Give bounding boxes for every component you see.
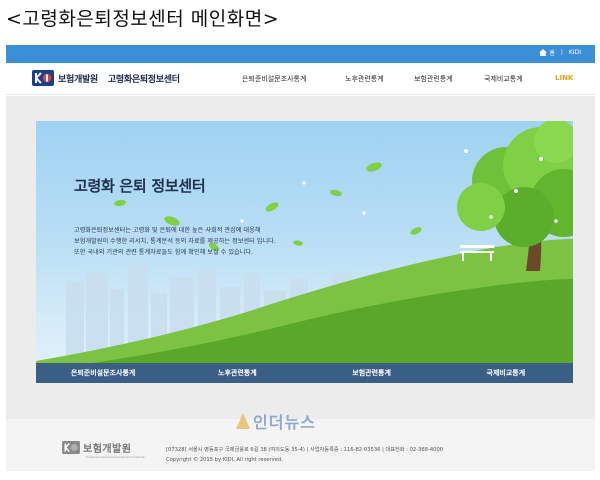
nav-item-link[interactable]: LINK [555, 74, 573, 82]
watermark-logo-icon [236, 413, 250, 429]
footer-logo: 보험개발원 [62, 440, 132, 455]
site-screenshot: 홈 | KIDI 보험개발원 고령화은퇴정보센터 은퇴준비설문조사통계 노후관련… [6, 45, 595, 471]
watermark-text: 인더뉴스 [253, 413, 316, 432]
nav-item-aging-stats[interactable]: 노후관련통계 [345, 74, 384, 84]
main-nav: 은퇴준비설문조사통계 노후관련통계 보험관련통계 국제비교통계 LINK [6, 74, 595, 86]
footer-info: [07328] 서울시 영등포구 국제금융로 6길 38 (여의도동 35-4)… [166, 445, 443, 465]
utility-divider: | [560, 49, 563, 56]
hero-title: 고령화 은퇴 정보센터 [74, 177, 206, 195]
tab-retirement-survey[interactable]: 은퇴준비설문조사통계 [36, 363, 170, 383]
nav-item-insurance-stats[interactable]: 보험관련통계 [414, 74, 453, 84]
nav-item-international-stats[interactable]: 국제비교통계 [484, 74, 523, 84]
hero-description-line: 또한 국내외 기관의 관련 통계자료들도 함께 확인해 보실 수 있습니다. [74, 249, 254, 256]
watermark: 인더뉴스 [236, 409, 316, 433]
footer-copyright: Copyright © 2015 by KIDI. All right rese… [166, 457, 283, 463]
kidi-logo-icon [62, 441, 80, 454]
footer-logo-subtitle: Korea Insurance Development Institute [86, 455, 145, 459]
footer-address: [07328] 서울시 영등포구 국제금융로 6길 38 (여의도동 35-4)… [166, 447, 444, 453]
hero-description: 고령화은퇴정보센터는 고령화 및 은퇴에 대한 높은 사회적 관심에 대응해 보… [74, 225, 394, 258]
utility-bar: 홈 | KIDI [6, 45, 595, 63]
tab-aging-stats[interactable]: 노후관련통계 [170, 363, 304, 383]
home-link[interactable]: 홈 [539, 48, 555, 57]
home-label: 홈 [549, 50, 555, 57]
hero-tab-bar: 은퇴준비설문조사통계 노후관련통계 보험관련통계 국제비교통계 [36, 363, 573, 383]
page-caption: <고령화은퇴정보센터 메인화면> [6, 8, 280, 30]
hero-banner: 고령화 은퇴 정보센터 고령화은퇴정보센터는 고령화 및 은퇴에 대한 높은 사… [36, 121, 573, 383]
nav-item-retirement-survey[interactable]: 은퇴준비설문조사통계 [242, 74, 306, 84]
footer-logo-name: 보험개발원 [83, 444, 132, 455]
tab-insurance-stats[interactable]: 보험관련통계 [305, 363, 439, 383]
hero-description-line: 보험개발원이 수행한 리서치, 통계분석 등의 자료를 제공하는 정보센터 입니… [74, 238, 276, 245]
site-header: 보험개발원 고령화은퇴정보센터 은퇴준비설문조사통계 노후관련통계 보험관련통계… [6, 63, 595, 95]
hero-description-line: 고령화은퇴정보센터는 고령화 및 은퇴에 대한 높은 사회적 관심에 대응해 [74, 227, 261, 234]
tab-international-stats[interactable]: 국제비교통계 [439, 363, 573, 383]
tree-icon [457, 121, 573, 247]
utility-links: 홈 | KIDI [539, 48, 581, 57]
house-icon [539, 49, 548, 56]
kidi-link[interactable]: KIDI [569, 49, 581, 56]
